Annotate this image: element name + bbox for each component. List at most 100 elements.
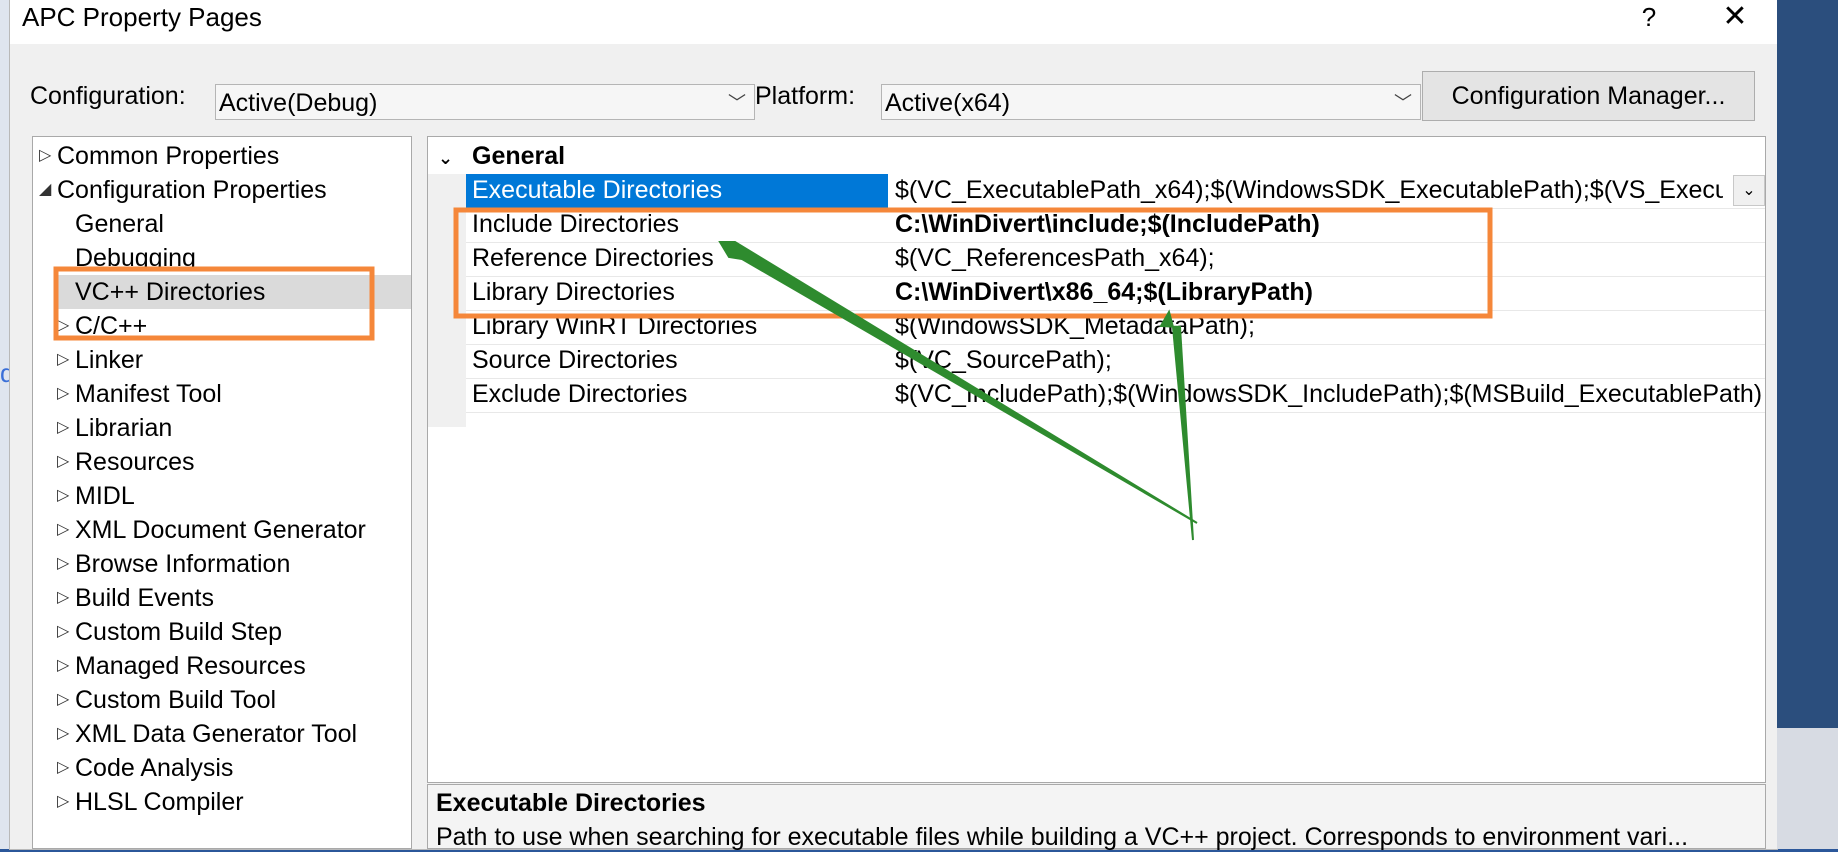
tree-item-label: Resources xyxy=(75,448,195,476)
property-row-executable-directories[interactable]: Executable Directories $(VC_ExecutablePa… xyxy=(466,174,1765,209)
property-grid: ⌄ General Executable Directories $(VC_Exe… xyxy=(427,136,1766,783)
tree-item-custom-build-tool[interactable]: ▷ Custom Build Tool xyxy=(57,683,276,717)
expand-triangle-icon[interactable]: ▷ xyxy=(57,581,75,615)
background-window-glyph: d xyxy=(0,358,15,388)
expand-triangle-icon[interactable]: ▷ xyxy=(57,309,75,343)
tree-item-label: Debugging xyxy=(75,244,196,272)
property-name: Include Directories xyxy=(472,210,680,238)
tree-item-xml-data-generator-tool[interactable]: ▷ XML Data Generator Tool xyxy=(57,717,357,751)
expand-triangle-icon[interactable]: ▷ xyxy=(39,139,57,173)
expand-triangle-icon[interactable]: ▷ xyxy=(57,547,75,581)
property-row-source-directories[interactable]: Source Directories $(VC_SourcePath); xyxy=(466,344,1765,379)
property-value[interactable]: $(WindowsSDK_MetadataPath); xyxy=(895,310,1765,344)
tree-item-label: C/C++ xyxy=(75,312,148,340)
tree-item-label: Custom Build Step xyxy=(75,618,283,646)
tree-item-label: MIDL xyxy=(75,482,135,510)
property-pages-dialog: APC Property Pages ? ✕ Configuration: Ac… xyxy=(10,0,1777,851)
dropdown-chevron-icon[interactable]: ⌄ xyxy=(1733,175,1765,206)
configuration-manager-button[interactable]: Configuration Manager... xyxy=(1422,71,1755,121)
tree-item-managed-resources[interactable]: ▷ Managed Resources xyxy=(57,649,306,683)
chevron-down-icon: ﹀ xyxy=(728,93,746,113)
tree-item-label: Librarian xyxy=(75,414,173,442)
property-row-library-winrt-directories[interactable]: Library WinRT Directories $(WindowsSDK_M… xyxy=(466,310,1765,345)
tree-item-resources[interactable]: ▷ Resources xyxy=(57,445,195,479)
expand-triangle-icon[interactable]: ▷ xyxy=(57,615,75,649)
property-name: Reference Directories xyxy=(472,244,714,272)
configuration-label: Configuration: xyxy=(30,82,186,110)
property-value[interactable]: $(VC_SourcePath); xyxy=(895,344,1765,378)
tree-item-debugging[interactable]: Debugging xyxy=(75,241,196,275)
property-value[interactable]: C:\WinDivert\include;$(IncludePath) xyxy=(895,208,1765,242)
window-title: APC Property Pages xyxy=(22,2,262,32)
description-text: Path to use when searching for executabl… xyxy=(436,823,1689,851)
tree-item-linker[interactable]: ▷ Linker xyxy=(57,343,143,377)
collapse-triangle-icon[interactable]: ◢ xyxy=(39,173,57,207)
property-value[interactable]: C:\WinDivert\x86_64;$(LibraryPath) xyxy=(895,276,1765,310)
tree-item-label: Managed Resources xyxy=(75,652,306,680)
expand-triangle-icon[interactable]: ▷ xyxy=(57,411,75,445)
expand-triangle-icon[interactable]: ▷ xyxy=(57,717,75,751)
configuration-value: Active(Debug) xyxy=(219,89,378,117)
property-name: Library WinRT Directories xyxy=(472,312,758,340)
tree-item-browse-information[interactable]: ▷ Browse Information xyxy=(57,547,290,581)
expand-triangle-icon[interactable]: ▷ xyxy=(57,785,75,819)
platform-select[interactable]: Active(x64) ﹀ xyxy=(881,84,1421,120)
description-panel: Executable Directories Path to use when … xyxy=(427,784,1766,851)
tree-item-hlsl-compiler[interactable]: ▷ HLSL Compiler xyxy=(57,785,244,819)
tree-item-librarian[interactable]: ▷ Librarian xyxy=(57,411,172,445)
expand-triangle-icon[interactable]: ▷ xyxy=(57,479,75,513)
expand-triangle-icon[interactable]: ▷ xyxy=(57,751,75,785)
tree-item-custom-build-step[interactable]: ▷ Custom Build Step xyxy=(57,615,282,649)
property-value[interactable]: $(VC_ExecutablePath_x64);$(WindowsSDK_Ex… xyxy=(895,174,1723,208)
tree-item-label: XML Document Generator xyxy=(75,516,366,544)
tree-item-label: Configuration Properties xyxy=(57,176,327,204)
expand-triangle-icon[interactable]: ▷ xyxy=(57,683,75,717)
tree-item-label: General xyxy=(75,210,164,238)
help-button[interactable]: ? xyxy=(1624,0,1674,36)
property-tree: ▷ Common Properties ◢ Configuration Proper… xyxy=(32,136,412,849)
chevron-down-icon[interactable]: ⌄ xyxy=(438,141,472,175)
tree-item-code-analysis[interactable]: ▷ Code Analysis xyxy=(57,751,233,785)
tree-item-label: Custom Build Tool xyxy=(75,686,277,714)
expand-triangle-icon[interactable]: ▷ xyxy=(57,649,75,683)
grid-gutter xyxy=(428,174,466,427)
background-band xyxy=(1777,728,1838,849)
tree-item-label: Common Properties xyxy=(57,142,280,170)
property-name: Exclude Directories xyxy=(472,380,688,408)
property-value[interactable]: $(VC_IncludePath);$(WindowsSDK_IncludePa… xyxy=(895,378,1765,412)
tree-item-xml-document-generator[interactable]: ▷ XML Document Generator xyxy=(57,513,366,547)
tree-item-common-properties[interactable]: ▷ Common Properties xyxy=(39,139,279,173)
tree-item-label: HLSL Compiler xyxy=(75,788,244,816)
tree-item-label: Manifest Tool xyxy=(75,380,222,408)
tree-item-manifest-tool[interactable]: ▷ Manifest Tool xyxy=(57,377,222,411)
platform-label: Platform: xyxy=(755,82,856,110)
expand-triangle-icon[interactable]: ▷ xyxy=(57,377,75,411)
background-window-strip-right xyxy=(1777,0,1838,849)
tree-item-c-cpp[interactable]: ▷ C/C++ xyxy=(57,309,147,343)
property-row-exclude-directories[interactable]: Exclude Directories $(VC_IncludePath);$(… xyxy=(466,378,1765,413)
property-row-reference-directories[interactable]: Reference Directories $(VC_ReferencesPat… xyxy=(466,242,1765,277)
property-value[interactable]: $(VC_ReferencesPath_x64); xyxy=(895,242,1765,276)
tree-item-label: Linker xyxy=(75,346,144,374)
expand-triangle-icon[interactable]: ▷ xyxy=(57,445,75,479)
property-row-library-directories[interactable]: Library Directories C:\WinDivert\x86_64;… xyxy=(466,276,1765,311)
chevron-down-icon: ﹀ xyxy=(1394,93,1412,113)
tree-item-label: VC++ Directories xyxy=(75,278,266,306)
description-title: Executable Directories xyxy=(436,789,706,817)
tree-item-general[interactable]: General xyxy=(75,207,164,241)
category-general[interactable]: ⌄ General xyxy=(438,139,565,173)
property-name: Executable Directories xyxy=(466,174,888,208)
close-button[interactable]: ✕ xyxy=(1710,0,1760,36)
tree-item-vc-directories[interactable]: VC++ Directories xyxy=(57,275,411,309)
platform-value: Active(x64) xyxy=(885,89,1011,117)
expand-triangle-icon[interactable]: ▷ xyxy=(57,343,75,377)
tree-item-label: Build Events xyxy=(75,584,214,612)
background-window-strip: d xyxy=(0,0,15,849)
configuration-select[interactable]: Active(Debug) ﹀ xyxy=(215,84,755,120)
expand-triangle-icon[interactable]: ▷ xyxy=(57,513,75,547)
tree-item-midl[interactable]: ▷ MIDL xyxy=(57,479,135,513)
property-name: Library Directories xyxy=(472,278,675,306)
tree-item-configuration-properties[interactable]: ◢ Configuration Properties xyxy=(39,173,327,207)
tree-item-build-events[interactable]: ▷ Build Events xyxy=(57,581,214,615)
property-row-include-directories[interactable]: Include Directories C:\WinDivert\include… xyxy=(466,208,1765,243)
